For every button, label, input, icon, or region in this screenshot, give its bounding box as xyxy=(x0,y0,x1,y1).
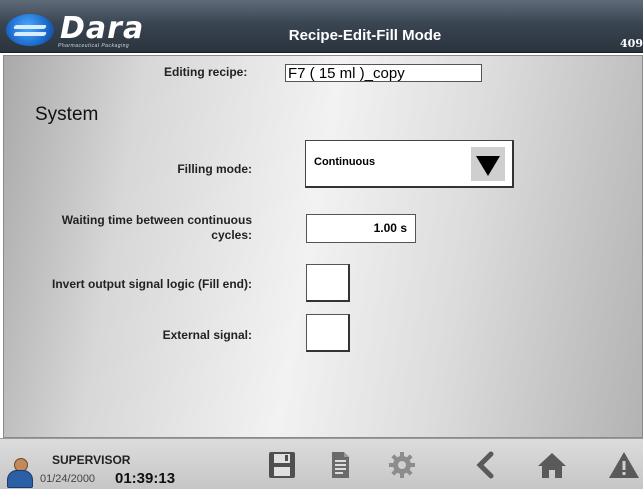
logo-text: Dara xyxy=(60,11,145,46)
filling-mode-label: Filling mode: xyxy=(177,162,252,176)
invert-output-label: Invert output signal logic (Fill end): xyxy=(52,277,252,291)
external-signal-checkbox[interactable] xyxy=(306,314,350,352)
filling-mode-dropdown[interactable]: Continuous xyxy=(305,140,514,188)
document-icon[interactable] xyxy=(324,449,356,481)
filling-mode-value: Continuous xyxy=(314,156,376,168)
logo-mark-icon xyxy=(6,14,54,46)
screen-number: 409 xyxy=(620,37,643,50)
save-icon[interactable] xyxy=(266,449,298,481)
warning-icon[interactable] xyxy=(608,449,640,481)
waiting-time-label: Waiting time between continuous cycles: xyxy=(24,213,252,243)
waiting-time-label-line1: Waiting time between continuous xyxy=(61,213,252,227)
time-display: 01:39:13 xyxy=(115,470,176,487)
dara-logo: Dara Pharmaceutical Packaging xyxy=(6,11,188,49)
header-bar: Dara Pharmaceutical Packaging Recipe-Edi… xyxy=(0,0,643,53)
editing-recipe-label: Editing recipe: xyxy=(164,65,248,79)
user-name: SUPERVISOR xyxy=(52,453,131,467)
gear-icon[interactable] xyxy=(386,449,418,481)
logo-subtitle: Pharmaceutical Packaging xyxy=(58,43,130,49)
waiting-time-field[interactable]: 1.00 s xyxy=(306,214,416,243)
home-icon[interactable] xyxy=(536,449,568,481)
waiting-time-label-line2: cycles: xyxy=(211,228,252,242)
dropdown-arrow-icon[interactable] xyxy=(471,147,505,181)
invert-output-checkbox[interactable] xyxy=(306,264,350,302)
footer-bar: SUPERVISOR 01/24/2000 01:39:13 xyxy=(0,438,643,489)
main-panel: Editing recipe: F7 ( 15 ml )_copy System… xyxy=(3,55,643,438)
external-signal-label: External signal: xyxy=(162,328,252,342)
editing-recipe-field[interactable]: F7 ( 15 ml )_copy xyxy=(285,64,482,82)
section-title: System xyxy=(35,104,99,125)
user-icon[interactable] xyxy=(5,458,33,488)
date-display: 01/24/2000 xyxy=(40,473,96,485)
screen-title: Recipe-Edit-Fill Mode xyxy=(288,27,442,44)
back-icon[interactable] xyxy=(470,449,502,481)
